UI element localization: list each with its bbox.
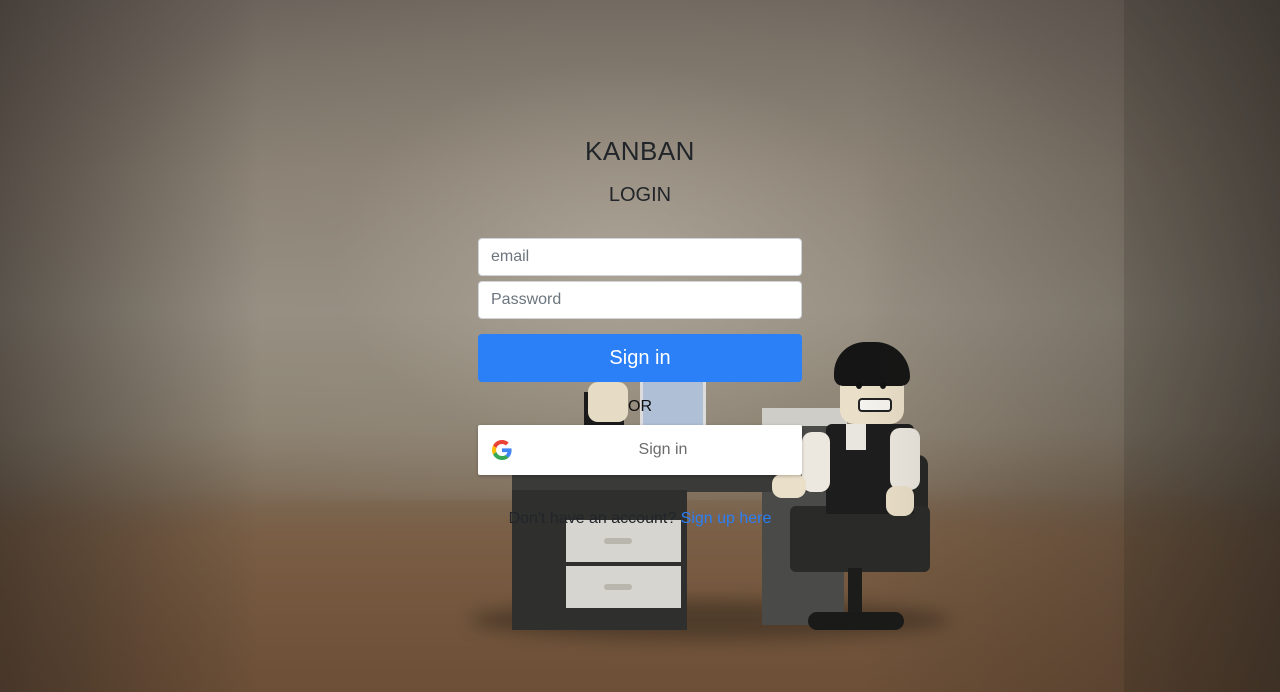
password-field[interactable] <box>478 281 802 319</box>
email-field[interactable] <box>478 238 802 276</box>
background-drawer-handle <box>604 584 632 590</box>
login-panel: KANBAN LOGIN Sign in OR Sign in Don't ha… <box>478 130 802 530</box>
login-heading: LOGIN <box>608 184 672 206</box>
sign-in-button[interactable]: Sign in <box>478 334 802 382</box>
login-page: KANBAN LOGIN Sign in OR Sign in Don't ha… <box>0 0 1280 692</box>
google-sign-in-button[interactable]: Sign in <box>478 425 802 475</box>
background-vignette-left <box>0 0 260 692</box>
signup-prompt-line: Don't have an account? Sign up here <box>478 508 802 530</box>
google-icon <box>492 440 512 460</box>
signup-prompt: Don't have an account? <box>508 510 677 527</box>
background-minifigure-arm <box>802 432 830 492</box>
app-title: KANBAN <box>585 136 695 166</box>
sign-up-link[interactable]: Sign up here <box>681 510 772 527</box>
background-edge <box>1124 0 1280 692</box>
or-divider: OR <box>628 398 652 415</box>
google-sign-in-label: Sign in <box>638 441 688 458</box>
login-form: Sign in <box>478 238 802 382</box>
background-drawer-handle <box>604 538 632 544</box>
